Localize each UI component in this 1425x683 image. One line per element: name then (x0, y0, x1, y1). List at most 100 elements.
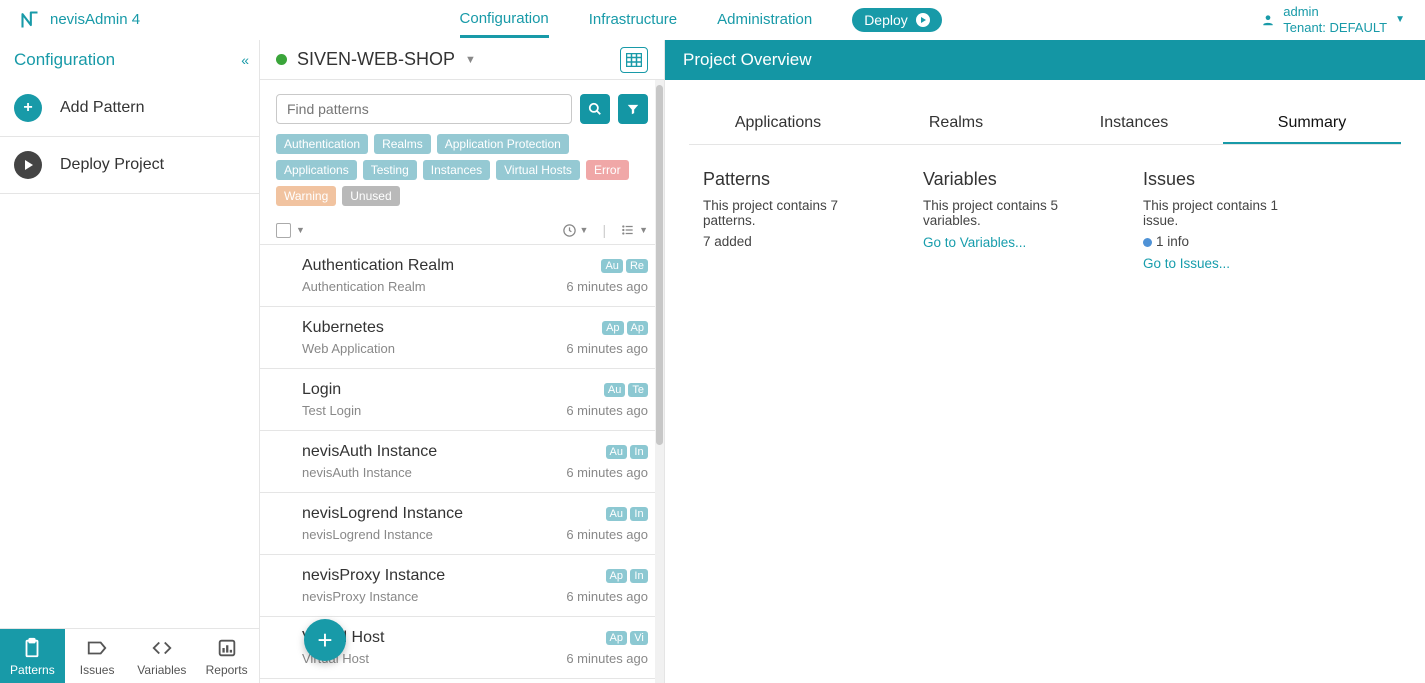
overview-header: Project Overview (665, 40, 1425, 80)
card-body: This project contains 7 patterns. (703, 198, 863, 228)
pattern-type: Authentication Realm (302, 279, 426, 294)
pattern-row[interactable]: Authentication RealmAuReAuthentication R… (260, 245, 664, 307)
tag: Ap (606, 569, 627, 583)
pattern-time: 6 minutes ago (566, 651, 648, 666)
chip-realms[interactable]: Realms (374, 134, 431, 154)
tag: Au (604, 383, 625, 397)
filter-button[interactable] (618, 94, 648, 124)
summary-variables: Variables This project contains 5 variab… (923, 169, 1083, 271)
project-name: SIVEN-WEB-SHOP (297, 49, 455, 70)
nav-administration[interactable]: Administration (717, 3, 812, 36)
fab-add-button[interactable]: + (304, 619, 346, 661)
user-icon (1261, 13, 1275, 27)
user-tenant: Tenant: DEFAULT (1283, 20, 1387, 36)
list-toolbar: ▼ ▼ | ▼ (260, 216, 664, 245)
tab-applications[interactable]: Applications (689, 104, 867, 144)
chip-warning[interactable]: Warning (276, 186, 336, 206)
pattern-row[interactable]: LoginAuTeTest Login6 minutes ago (260, 369, 664, 431)
pattern-tags: AuTe (604, 383, 648, 397)
goto-issues-link[interactable]: Go to Issues... (1143, 256, 1230, 271)
pattern-row[interactable]: nevisProxy InstanceApInnevisProxy Instan… (260, 555, 664, 617)
tag: Au (601, 259, 622, 273)
tag: Ap (627, 321, 648, 335)
pattern-tags: AuIn (606, 445, 648, 459)
tab-variables[interactable]: Variables (130, 629, 195, 683)
user-menu[interactable]: admin Tenant: DEFAULT ▼ (1261, 4, 1405, 35)
select-all-checkbox[interactable] (276, 223, 291, 238)
project-selector[interactable]: SIVEN-WEB-SHOP ▼ (276, 49, 476, 70)
card-title: Issues (1143, 169, 1303, 190)
card-body: This project contains 1 issue. (1143, 198, 1303, 228)
brand-name: nevisAdmin 4 (50, 11, 140, 28)
caret-down-icon[interactable]: ▼ (296, 225, 305, 235)
chip-application-protection[interactable]: Application Protection (437, 134, 569, 154)
tag: Au (606, 445, 627, 459)
tab-summary[interactable]: Summary (1223, 104, 1401, 144)
tab-instances[interactable]: Instances (1045, 104, 1223, 144)
chip-testing[interactable]: Testing (363, 160, 417, 180)
tab-issues[interactable]: Issues (65, 629, 130, 683)
pattern-time: 6 minutes ago (566, 465, 648, 480)
card-body: This project contains 5 variables. (923, 198, 1083, 228)
play-icon (916, 13, 930, 27)
chip-authentication[interactable]: Authentication (276, 134, 368, 154)
pattern-tags: ApVi (606, 631, 648, 645)
card-title: Patterns (703, 169, 863, 190)
pattern-tags: AuIn (606, 507, 648, 521)
deploy-project-action[interactable]: Deploy Project (0, 137, 259, 194)
pattern-name: Authentication Realm (302, 257, 454, 275)
deploy-button[interactable]: Deploy (852, 8, 942, 32)
chip-virtual-hosts[interactable]: Virtual Hosts (496, 160, 580, 180)
pattern-time: 6 minutes ago (566, 527, 648, 542)
filter-icon (626, 102, 640, 116)
tag: In (630, 445, 648, 459)
nav-configuration[interactable]: Configuration (460, 2, 549, 38)
add-pattern-action[interactable]: + Add Pattern (0, 80, 259, 137)
pattern-time: 6 minutes ago (566, 341, 648, 356)
pattern-time: 6 minutes ago (566, 279, 648, 294)
card-title: Variables (923, 169, 1083, 190)
pattern-row[interactable]: nevisLogrend InstanceAuInnevisLogrend In… (260, 493, 664, 555)
goto-variables-link[interactable]: Go to Variables... (923, 235, 1026, 250)
sidebar-title: Configuration (14, 50, 115, 70)
pattern-name: nevisAuth Instance (302, 443, 437, 461)
brand: nevisAdmin 4 (20, 10, 140, 30)
pattern-row[interactable]: nevisAuth Instance AuIn nevisAuth Instance… (260, 431, 664, 493)
sort-time-button[interactable]: ▼ (562, 223, 589, 238)
tag: Au (606, 507, 627, 521)
view-list-button[interactable]: ▼ (620, 223, 648, 237)
tab-patterns[interactable]: Patterns (0, 629, 65, 683)
pattern-type: nevisProxy Instance (302, 589, 418, 604)
chip-unused[interactable]: Unused (342, 186, 399, 206)
tab-realms[interactable]: Realms (867, 104, 1045, 144)
chip-applications[interactable]: Applications (276, 160, 357, 180)
grid-icon (626, 53, 642, 67)
chip-error[interactable]: Error (586, 160, 629, 180)
code-icon (151, 637, 173, 659)
search-input[interactable] (276, 94, 572, 124)
card-sub: 7 added (703, 234, 863, 249)
pattern-type: nevisAuth Instance (302, 465, 412, 480)
tab-reports[interactable]: Reports (194, 629, 259, 683)
tag: Vi (630, 631, 648, 645)
deploy-label: Deploy (864, 12, 908, 28)
nav-infrastructure[interactable]: Infrastructure (589, 3, 677, 36)
search-button[interactable] (580, 94, 610, 124)
info-dot-icon (1143, 238, 1152, 247)
pattern-row[interactable]: KubernetesApApWeb Application6 minutes a… (260, 307, 664, 369)
pattern-type: nevisLogrend Instance (302, 527, 433, 542)
pattern-name: Login (302, 381, 341, 399)
tag: Te (628, 383, 648, 397)
chip-instances[interactable]: Instances (423, 160, 490, 180)
tag: Ap (606, 631, 627, 645)
sidebar: Configuration « + Add Pattern Deploy Pro… (0, 40, 260, 683)
pattern-name: nevisProxy Instance (302, 567, 445, 585)
pattern-name: Kubernetes (302, 319, 384, 337)
issue-info: 1 info (1143, 234, 1303, 249)
scrollbar[interactable] (655, 80, 664, 683)
pattern-type: Web Application (302, 341, 395, 356)
collapse-icon[interactable]: « (241, 52, 245, 68)
pattern-type: Test Login (302, 403, 361, 418)
grid-view-button[interactable] (620, 47, 648, 73)
status-dot-icon (276, 54, 287, 65)
